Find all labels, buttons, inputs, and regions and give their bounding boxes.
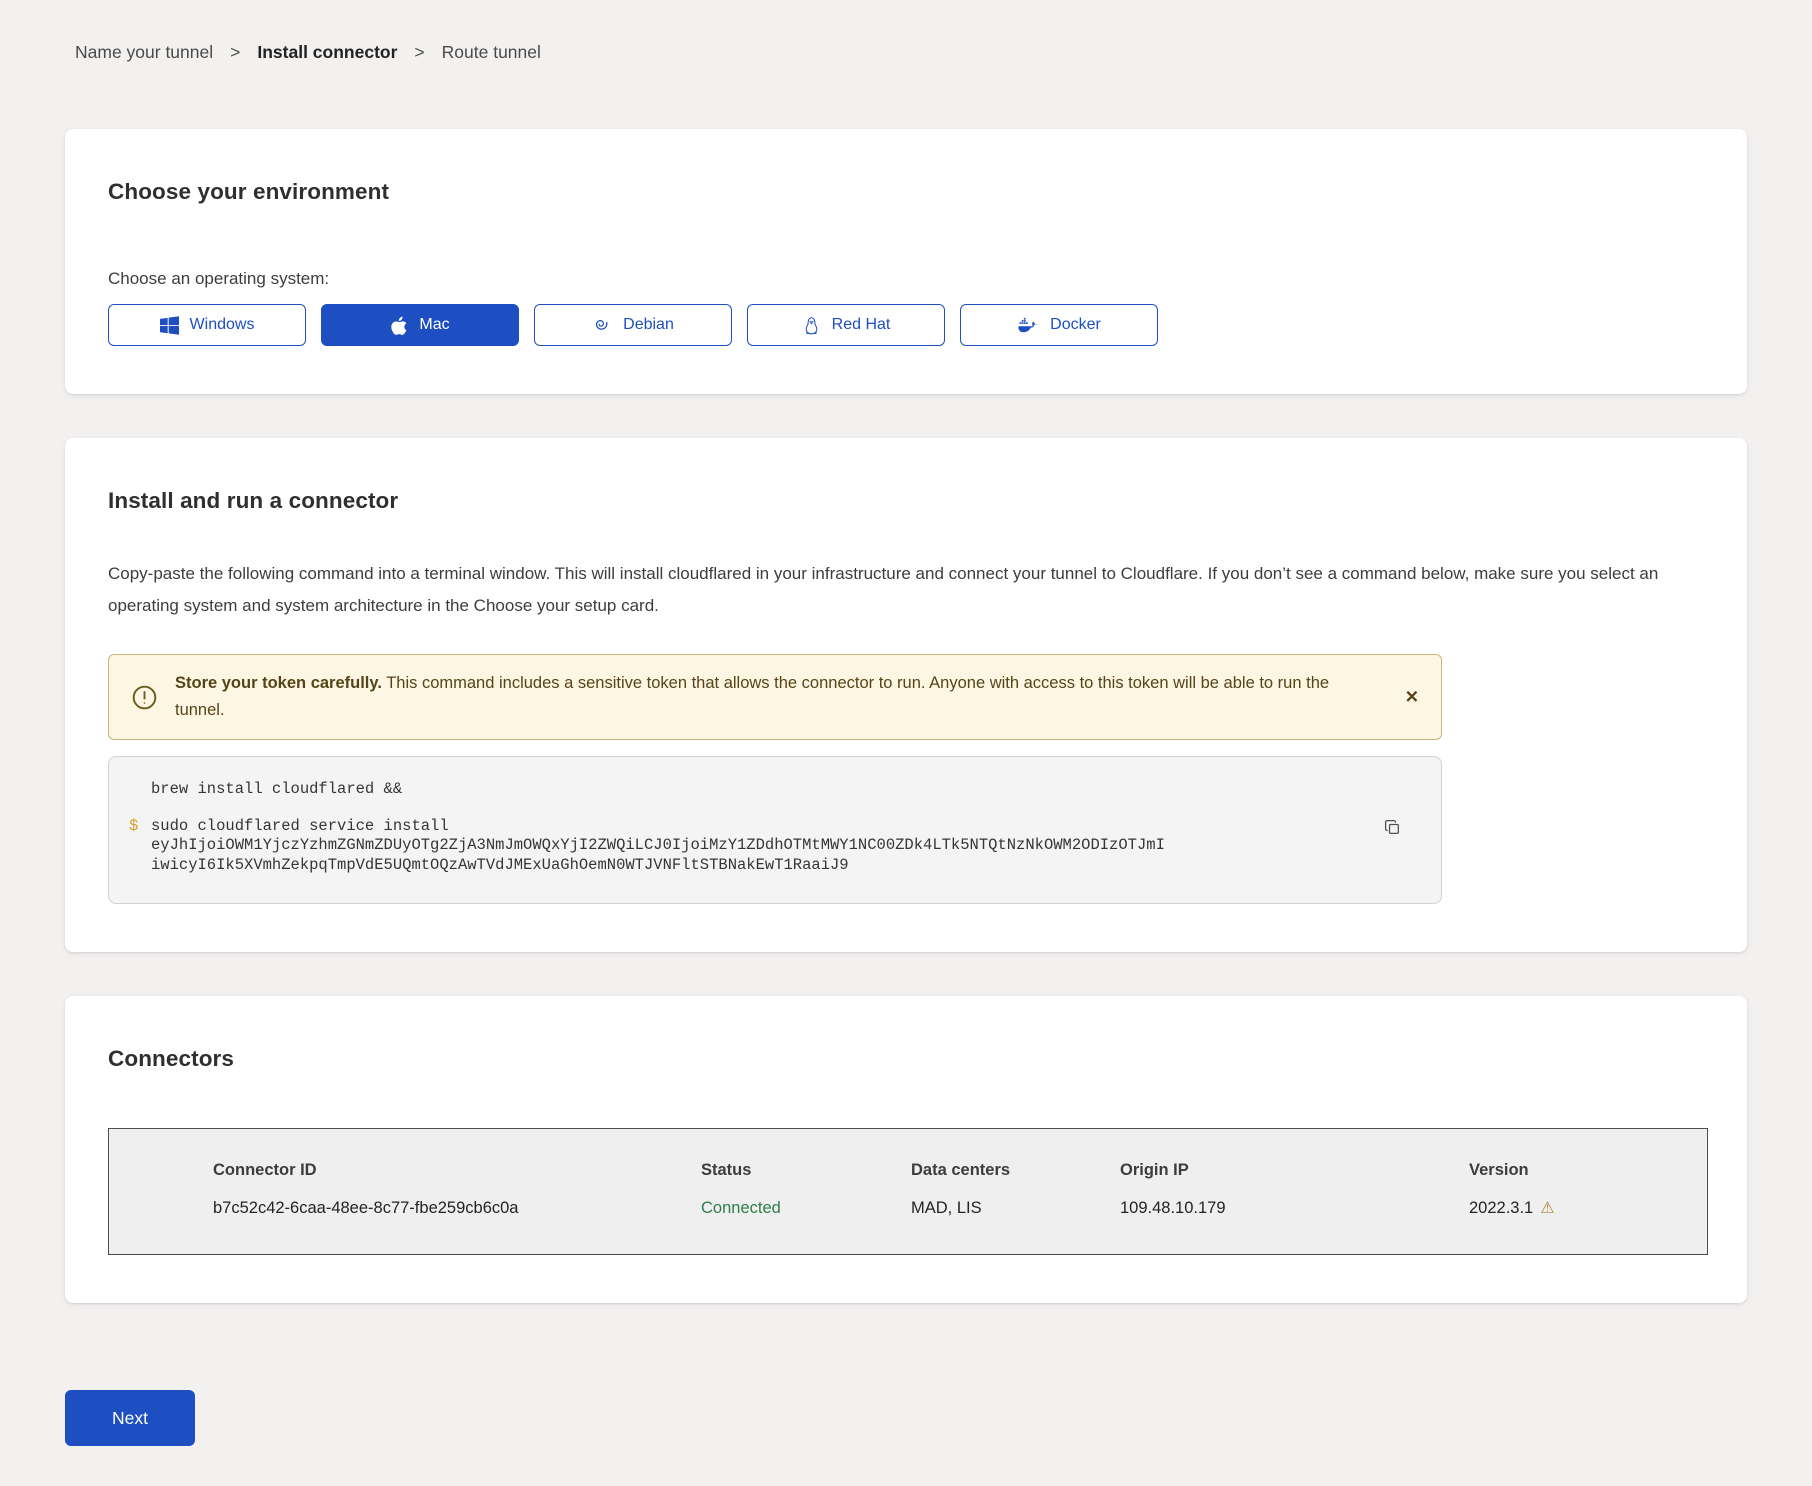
header-status: Status xyxy=(701,1161,911,1180)
command-text-with-token: sudo cloudflared service install eyJhIjo… xyxy=(151,817,1167,876)
code-line: brew install cloudflared && xyxy=(121,780,1351,800)
breadcrumb-install-connector[interactable]: Install connector xyxy=(257,42,397,63)
page: Name your tunnel > Install connector > R… xyxy=(0,0,1812,1486)
os-select-label: Choose an operating system: xyxy=(108,269,1704,289)
debian-swirl-icon xyxy=(592,315,612,335)
warning-message-bold: Store your token carefully. xyxy=(175,674,382,692)
breadcrumb-name-your-tunnel[interactable]: Name your tunnel xyxy=(75,42,213,63)
header-origin-ip: Origin IP xyxy=(1120,1161,1469,1180)
header-connector-id: Connector ID xyxy=(213,1161,701,1180)
version-warning-triangle-icon: ⚠ xyxy=(1540,1200,1554,1217)
header-version: Version xyxy=(1469,1161,1707,1180)
os-button-label: Docker xyxy=(1050,316,1101,334)
copy-icon xyxy=(1384,819,1401,839)
os-button-mac[interactable]: Mac xyxy=(321,304,519,346)
breadcrumb-separator-icon: > xyxy=(230,42,240,63)
connectors-card: Connectors Connector ID Status Data cent… xyxy=(65,996,1747,1303)
connectors-table: Connector ID Status Data centers Origin … xyxy=(108,1128,1708,1255)
tux-penguin-icon xyxy=(802,315,821,336)
cell-origin-ip: 109.48.10.179 xyxy=(1120,1199,1469,1218)
choose-environment-card: Choose your environment Choose an operat… xyxy=(65,129,1747,394)
environment-card-title: Choose your environment xyxy=(108,179,1704,205)
install-command-code-block: brew install cloudflared && $ sudo cloud… xyxy=(108,756,1442,904)
breadcrumb-route-tunnel[interactable]: Route tunnel xyxy=(442,42,541,63)
install-connector-card: Install and run a connector Copy-paste t… xyxy=(65,438,1747,952)
code-line: $ sudo cloudflared service install eyJhI… xyxy=(121,817,1351,876)
install-description: Copy-paste the following command into a … xyxy=(108,558,1704,622)
windows-logo-icon xyxy=(160,316,179,335)
os-button-debian[interactable]: Debian xyxy=(534,304,732,346)
breadcrumb-separator-icon: > xyxy=(414,42,424,63)
apple-logo-icon xyxy=(390,315,408,336)
os-button-label: Windows xyxy=(190,316,255,334)
docker-whale-icon xyxy=(1017,316,1039,335)
connectors-card-title: Connectors xyxy=(108,1046,1704,1072)
warning-circle-icon xyxy=(131,684,158,711)
os-button-docker[interactable]: Docker xyxy=(960,304,1158,346)
warning-close-button[interactable]: ✕ xyxy=(1401,685,1423,710)
os-button-label: Red Hat xyxy=(832,316,891,334)
warning-message: Store your token carefully. This command… xyxy=(175,670,1371,724)
next-button[interactable]: Next xyxy=(65,1390,195,1446)
connectors-table-header-row: Connector ID Status Data centers Origin … xyxy=(213,1161,1707,1180)
os-button-label: Mac xyxy=(419,316,449,334)
version-number: 2022.3.1 xyxy=(1469,1199,1533,1217)
os-button-redhat[interactable]: Red Hat xyxy=(747,304,945,346)
os-button-windows[interactable]: Windows xyxy=(108,304,306,346)
cell-status: Connected xyxy=(701,1199,911,1218)
os-button-label: Debian xyxy=(623,316,674,334)
shell-prompt: $ xyxy=(121,817,151,876)
os-button-group: Windows Mac Debian xyxy=(108,304,1704,346)
cell-connector-id: b7c52c42-6caa-48ee-8c77-fbe259cb6c0a xyxy=(213,1199,701,1218)
shell-prompt xyxy=(121,780,151,800)
install-card-title: Install and run a connector xyxy=(108,488,1704,514)
cell-data-centers: MAD, LIS xyxy=(911,1199,1120,1218)
cell-version: 2022.3.1 ⚠ xyxy=(1469,1198,1707,1218)
command-text: brew install cloudflared && xyxy=(151,780,402,800)
token-warning-banner: Store your token carefully. This command… xyxy=(108,654,1442,740)
close-icon: ✕ xyxy=(1405,688,1419,707)
copy-command-button[interactable] xyxy=(1382,817,1403,841)
connectors-table-row: b7c52c42-6caa-48ee-8c77-fbe259cb6c0a Con… xyxy=(213,1198,1707,1218)
breadcrumb: Name your tunnel > Install connector > R… xyxy=(65,42,1747,63)
header-data-centers: Data centers xyxy=(911,1161,1120,1180)
